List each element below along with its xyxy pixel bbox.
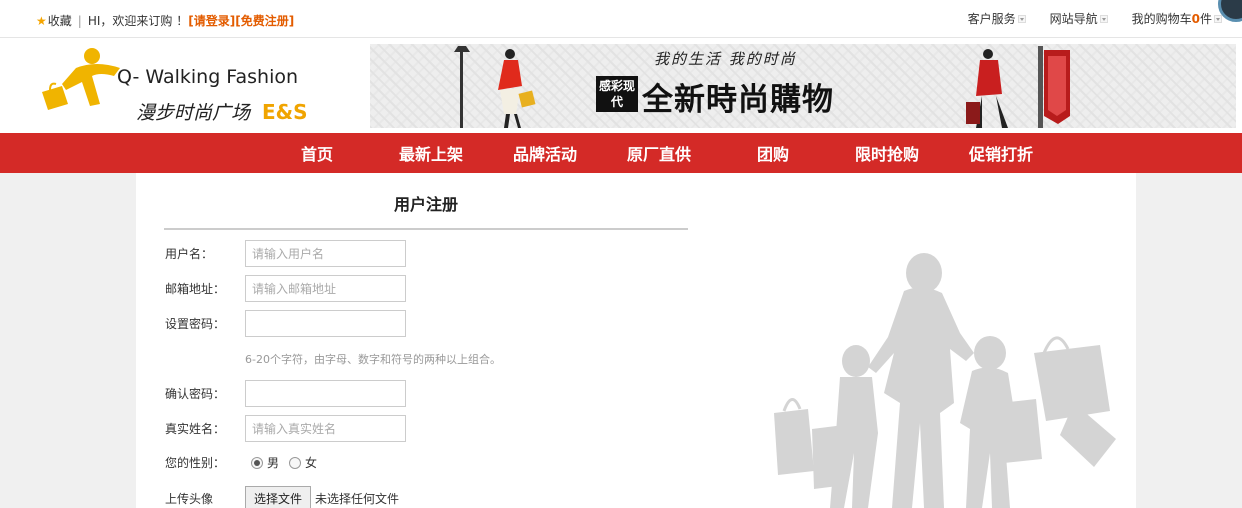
gender-row: 您的性别： 男 女 [165,454,327,471]
logo-text-en: Q- Walking Fashion [117,66,299,88]
realname-label: 真实姓名： [165,422,226,436]
password-hint: 6-20个字符，由字母、数字和符号的两种以上组合。 [245,353,501,366]
site-nav-label: 网站导航 [1049,12,1098,26]
nav-list: 首页 最新上架 品牌活动 原厂直供 团购 限时抢购 促销打折 [260,133,1058,173]
gender-male-radio[interactable]: 男 [251,454,279,471]
username-row: 用户名： [165,240,406,267]
chevron-down-icon [1214,14,1222,23]
password-label: 设置密码： [165,317,226,331]
gender-male-label: 男 [267,456,280,470]
username-input[interactable] [245,240,406,267]
register-link[interactable]: [免费注册] [235,12,294,29]
shopping-silhouette-illustration [774,253,1116,508]
gender-female-radio[interactable]: 女 [289,454,317,471]
promo-banner[interactable]: 我的生活 我的时尚 感彩现代 全新時尚購物 [370,44,1236,128]
username-label: 用户名： [165,247,214,261]
favorite-link[interactable]: 收藏 [48,12,72,29]
radio-unchecked-icon [289,456,302,469]
top-bar-left: ★ 收藏 | HI，欢迎来订购 ！ [请登录] [免费注册] [36,12,294,29]
chevron-down-icon [1017,14,1026,23]
confirm-password-label: 确认密码： [165,387,226,401]
nav-item-group-buy[interactable]: 团购 [716,141,830,165]
password-row: 设置密码： [165,310,406,337]
registration-panel: 用户注册 用户名： 邮箱地址： 设置密码： 6-20个字符，由字母、数字和符号的… [136,173,1136,508]
chevron-down-icon [1099,14,1108,23]
realname-row: 真实姓名： [165,415,406,442]
confirm-password-input[interactable] [245,380,406,407]
banner-title: 全新時尚購物 [642,82,834,118]
nav-item-flash-sale[interactable]: 限时抢购 [830,141,944,165]
cart-menu[interactable]: 我的购物车 0 件 [1132,10,1222,27]
logo-text-es: E&S [262,100,308,124]
nav-item-new-arrivals[interactable]: 最新上架 [374,141,488,165]
nav-item-brand-events[interactable]: 品牌活动 [488,141,602,165]
main-nav: 首页 最新上架 品牌活动 原厂直供 团购 限时抢购 促销打折 [0,133,1242,173]
welcome-text: HI，欢迎来订购 ！ [87,14,189,28]
logo-text-cn: 漫步时尚广场 [136,102,251,124]
nav-item-promotions[interactable]: 促销打折 [944,141,1058,165]
realname-input[interactable] [245,415,406,442]
email-label: 邮箱地址： [165,282,226,296]
cart-label: 我的购物车 [1131,12,1192,26]
cart-count: 0 [1191,11,1200,26]
avatar-row: 上传头像 选择文件 未选择任何文件 [165,486,399,508]
email-input[interactable] [245,275,406,302]
customer-service-label: 客户服务 [967,12,1016,26]
divider: | [77,13,82,28]
avatar-label: 上传头像 [165,491,214,506]
radio-checked-icon [251,456,263,469]
top-bar-right: 客户服务 网站导航 我的购物车 0 件 [944,10,1222,27]
file-status: 未选择任何文件 [315,491,400,506]
header: Q- Walking Fashion 漫步时尚广场 E&S 我的生活 我的时尚 [0,38,1242,133]
email-row: 邮箱地址： [165,275,406,302]
cart-suffix: 件 [1199,12,1212,26]
banner-seal: 感彩现代 [596,76,638,112]
password-input[interactable] [245,310,406,337]
page-title: 用户注册 [393,195,458,214]
banner-script-text: 我的生活 我的时尚 [654,50,797,68]
confirm-password-row: 确认密码： [165,380,406,407]
title-divider [164,228,688,230]
choose-file-button[interactable]: 选择文件 [245,486,312,508]
customer-service-menu[interactable]: 客户服务 [968,10,1026,27]
gender-label: 您的性别： [165,456,226,470]
nav-item-home[interactable]: 首页 [260,141,374,165]
login-link[interactable]: [请登录] [188,12,235,29]
nav-item-factory-direct[interactable]: 原厂直供 [602,141,716,165]
top-bar: ★ 收藏 | HI，欢迎来订购 ！ [请登录] [免费注册] 客户服务 网站导航… [0,0,1242,38]
gender-female-label: 女 [305,456,318,470]
site-nav-menu[interactable]: 网站导航 [1050,10,1108,27]
star-icon: ★ [36,13,47,28]
site-logo[interactable]: Q- Walking Fashion 漫步时尚广场 E&S [36,46,326,126]
